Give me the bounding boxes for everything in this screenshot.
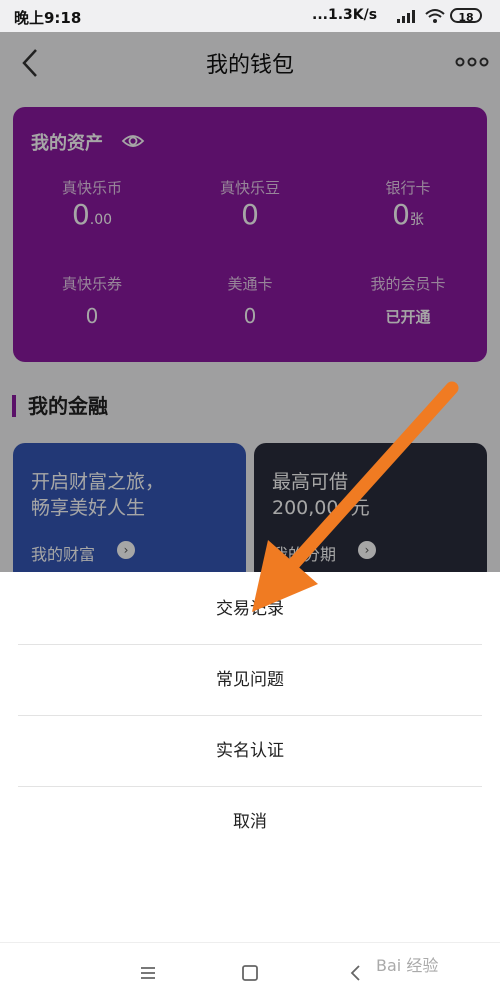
status-time: 晚上9:18 <box>14 9 82 27</box>
battery-indicator: 18 <box>450 8 482 24</box>
menu-icon[interactable] <box>134 959 162 987</box>
sheet-item-verification[interactable]: 实名认证 <box>18 716 482 786</box>
back-icon[interactable] <box>342 959 370 987</box>
sheet-item-faq[interactable]: 常见问题 <box>18 645 482 715</box>
wifi-icon <box>425 9 445 23</box>
network-speed: ...1.3K/s <box>312 7 378 23</box>
watermark: Bai 经验 <box>376 956 439 975</box>
cancel-button[interactable]: 取消 <box>18 787 482 857</box>
home-icon[interactable] <box>236 959 264 987</box>
action-sheet: 交易记录 常见问题 实名认证 取消 <box>0 572 500 942</box>
signal-icon <box>397 10 415 23</box>
sheet-item-transactions[interactable]: 交易记录 <box>18 574 482 644</box>
status-bar: 晚上9:18 ...1.3K/s 18 <box>0 0 500 32</box>
